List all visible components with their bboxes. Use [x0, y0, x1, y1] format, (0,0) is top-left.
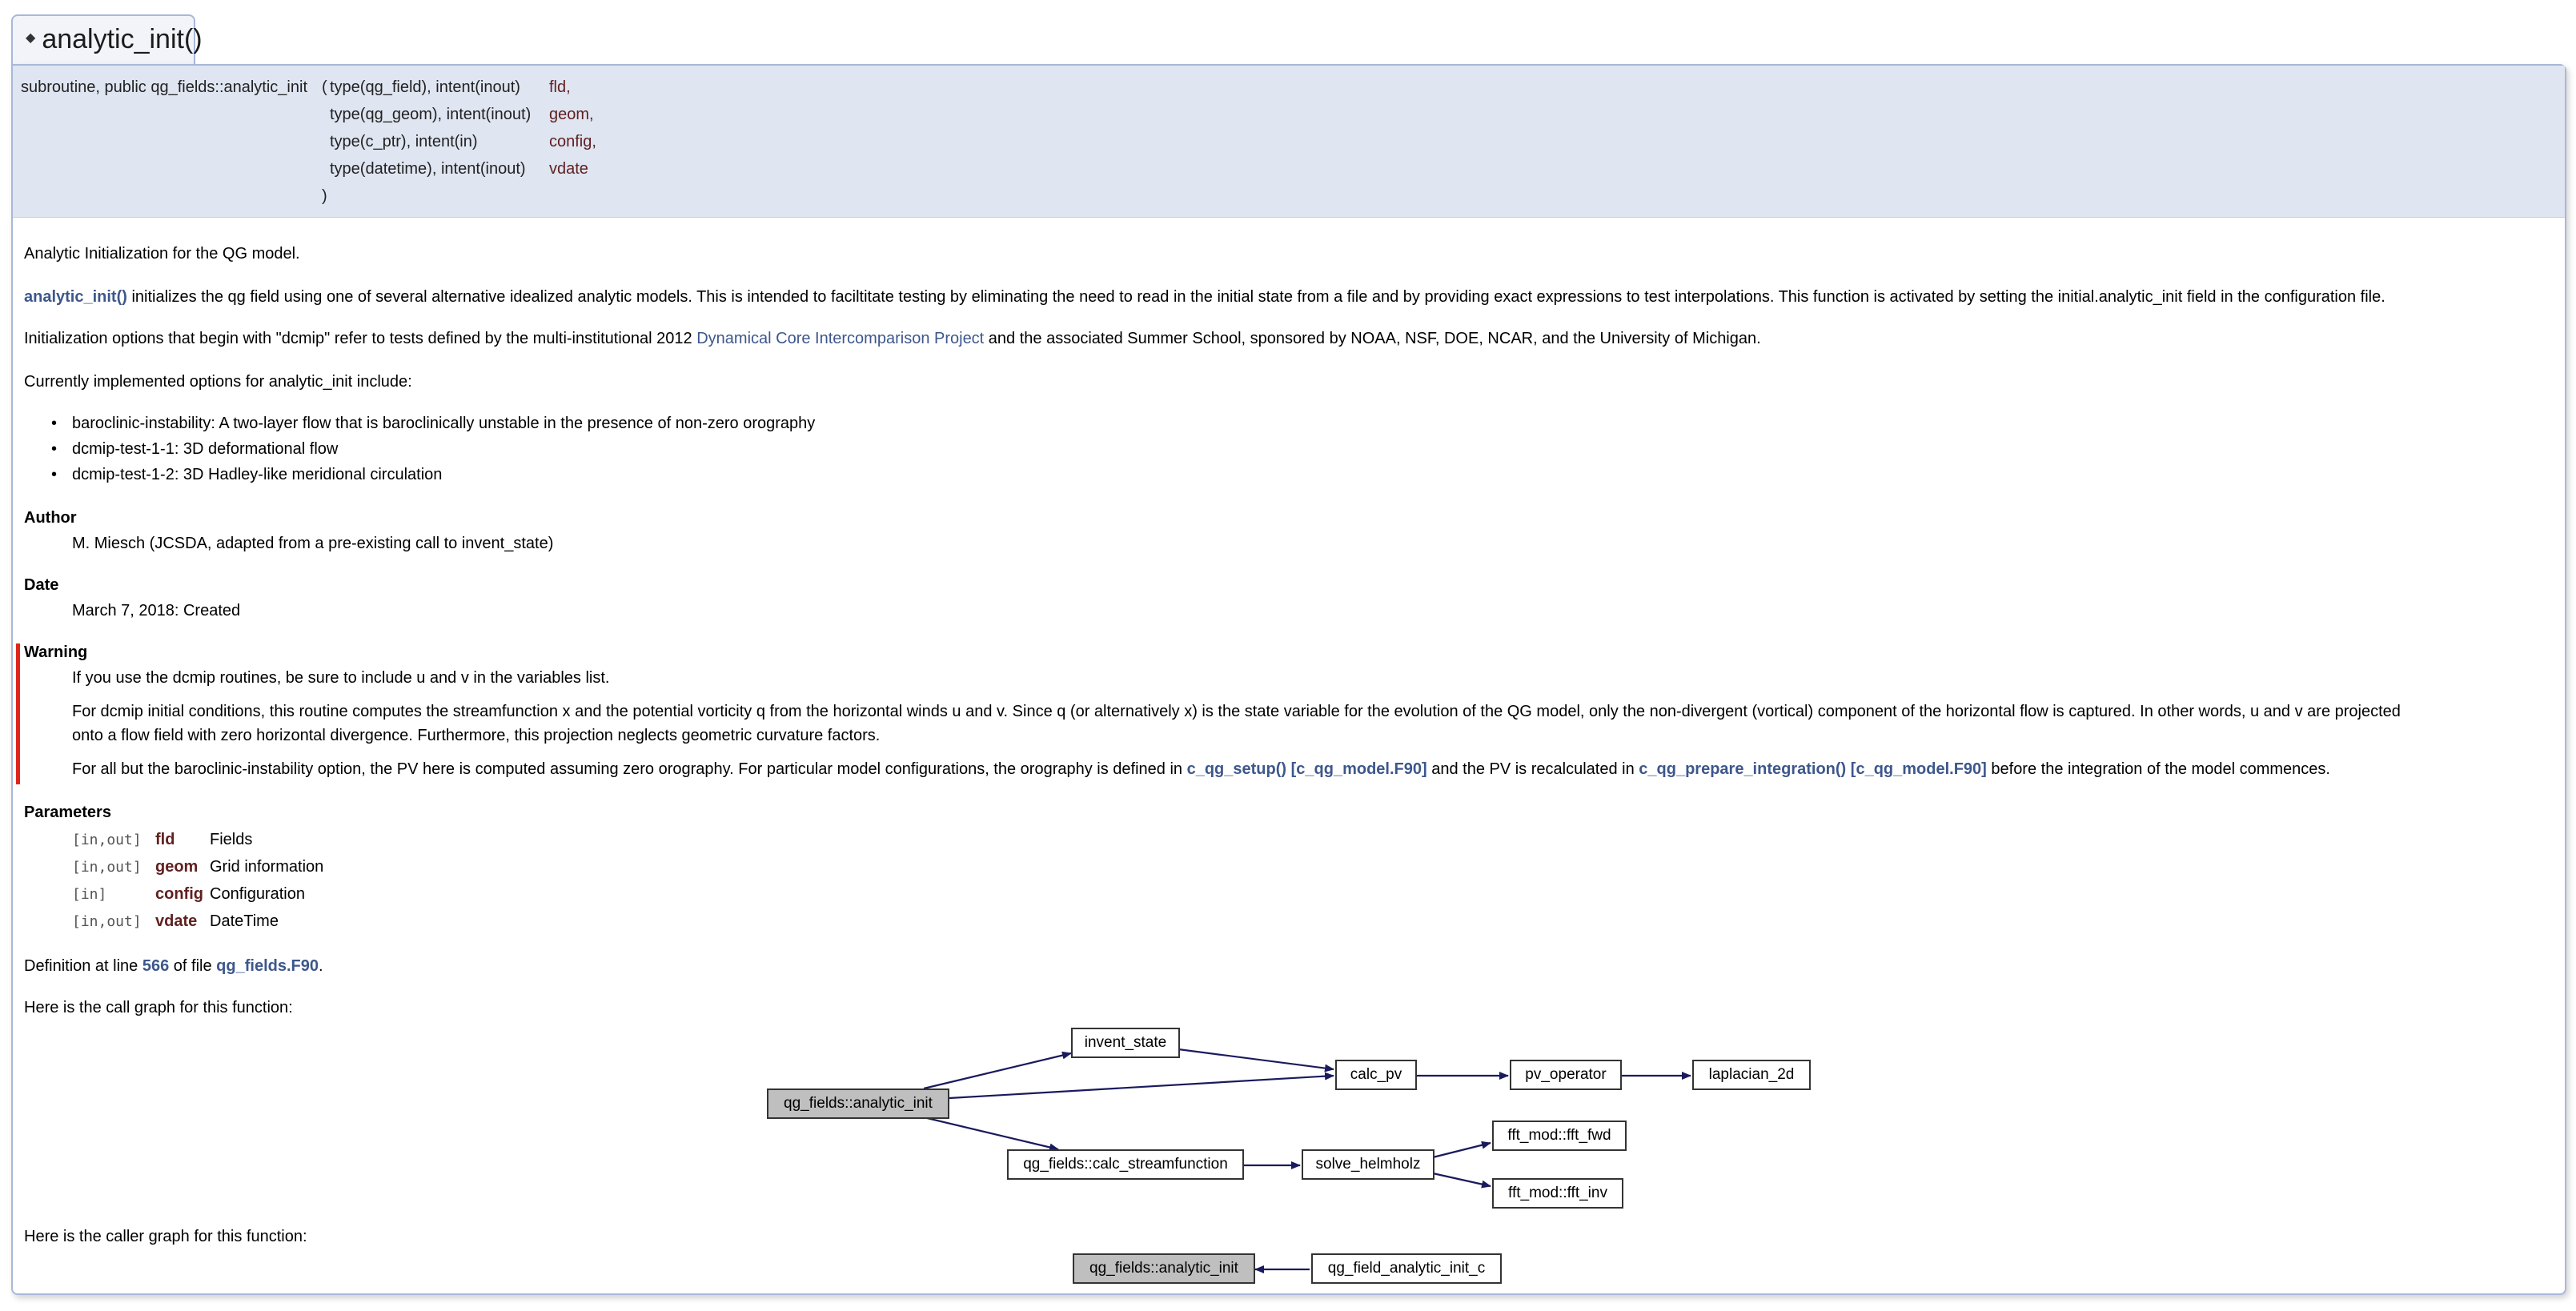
- graph-node-invent-state[interactable]: invent_state: [1071, 1028, 1180, 1058]
- call-edge: [1178, 1048, 1334, 1072]
- graph-node-laplacian-2d[interactable]: laplacian_2d: [1692, 1060, 1811, 1090]
- member-title: ◆ analytic_init(): [11, 14, 203, 67]
- call-edge: [1432, 1172, 1491, 1189]
- call-edge: [923, 1116, 1059, 1152]
- call-edge: [1432, 1141, 1491, 1159]
- graph-node-analytic-init[interactable]: qg_fields::analytic_init: [767, 1088, 949, 1119]
- graph-edges: [923, 1048, 1691, 1273]
- graph-node-calc-pv[interactable]: calc_pv: [1335, 1060, 1417, 1090]
- caller-graph-label: Here is the caller graph for this functi…: [24, 1228, 307, 1245]
- member-title-text: analytic_init(): [42, 24, 203, 54]
- graph-node-calc-streamfunction[interactable]: qg_fields::calc_streamfunction: [1007, 1149, 1244, 1180]
- graph-node-qg-field-analytic-init-c[interactable]: qg_field_analytic_init_c: [1311, 1253, 1502, 1284]
- call-edge: [949, 1072, 1334, 1100]
- graph-node-fft-fwd[interactable]: fft_mod::fft_fwd: [1492, 1121, 1627, 1151]
- member-documentation: subroutine, public qg_fields::analytic_i…: [11, 64, 2566, 1295]
- call-edge: [923, 1051, 1072, 1090]
- graph-node-analytic-init[interactable]: qg_fields::analytic_init: [1073, 1253, 1255, 1284]
- graph-node-pv-operator[interactable]: pv_operator: [1510, 1060, 1622, 1090]
- graph-node-solve-helmholz[interactable]: solve_helmholz: [1302, 1149, 1434, 1180]
- graph-node-fft-inv[interactable]: fft_mod::fft_inv: [1492, 1178, 1623, 1209]
- diamond-icon: ◆: [26, 31, 36, 46]
